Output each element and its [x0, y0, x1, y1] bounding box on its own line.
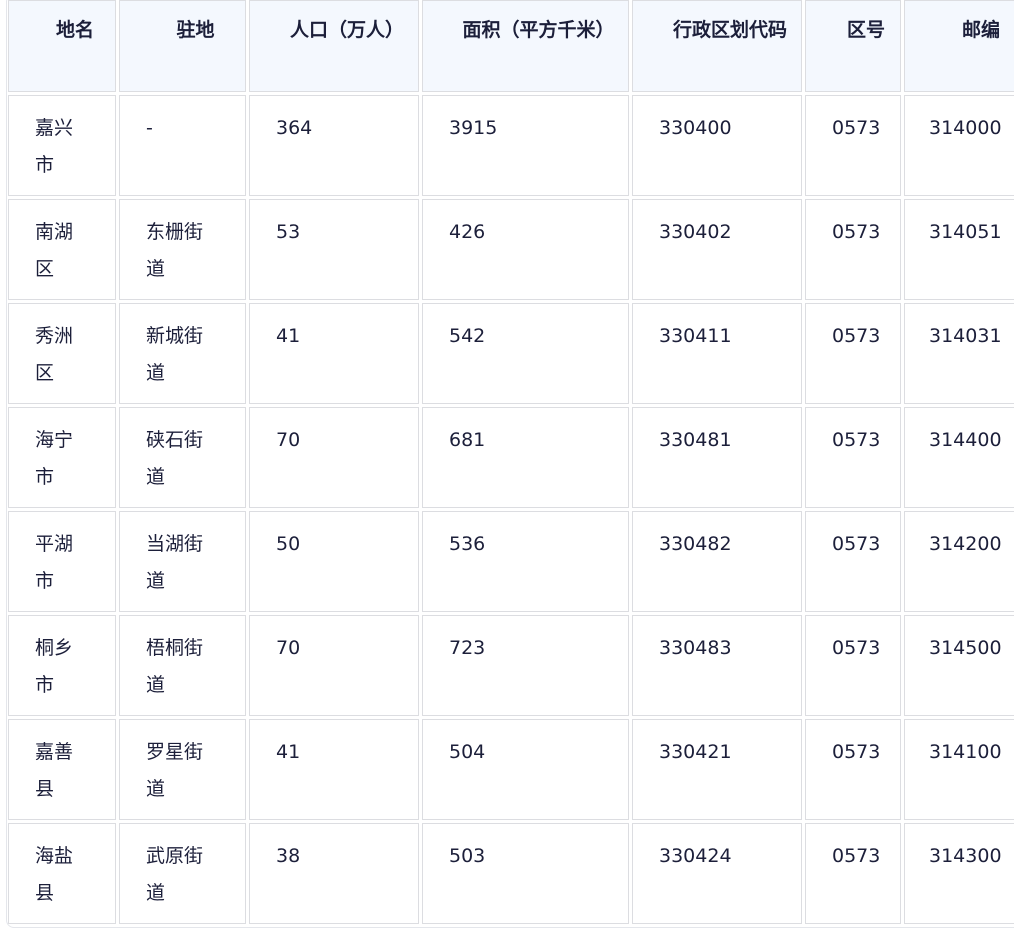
cell-seat: 当湖街道 [119, 511, 246, 612]
table-row: 秀洲区 新城街道 41 542 330411 0573 314031 [8, 303, 1014, 404]
table-row: 嘉善县 罗星街道 41 504 330421 0573 314100 [8, 719, 1014, 820]
cell-population: 70 [249, 407, 419, 508]
cell-area: 542 [422, 303, 629, 404]
cell-population: 50 [249, 511, 419, 612]
table-row: 桐乡市 梧桐街道 70 723 330483 0573 314500 [8, 615, 1014, 716]
cell-postcode: 314051 [904, 199, 1014, 300]
table-row: 海宁市 硖石街道 70 681 330481 0573 314400 [8, 407, 1014, 508]
header-seat[interactable]: 驻地 [119, 0, 246, 92]
cell-postcode: 314400 [904, 407, 1014, 508]
header-division-code[interactable]: 行政区划代码 [632, 0, 802, 92]
cell-division-code: 330411 [632, 303, 802, 404]
cell-seat: 东栅街道 [119, 199, 246, 300]
cell-seat: - [119, 95, 246, 196]
cell-area-code: 0573 [805, 719, 901, 820]
cell-population: 38 [249, 823, 419, 924]
cell-area: 504 [422, 719, 629, 820]
cell-area-code: 0573 [805, 199, 901, 300]
cell-name: 平湖市 [8, 511, 116, 612]
cell-postcode: 314031 [904, 303, 1014, 404]
cell-postcode: 314300 [904, 823, 1014, 924]
cell-postcode: 314200 [904, 511, 1014, 612]
cell-population: 53 [249, 199, 419, 300]
cell-area: 3915 [422, 95, 629, 196]
header-name[interactable]: 地名 [8, 0, 116, 92]
cell-seat: 新城街道 [119, 303, 246, 404]
cell-seat: 罗星街道 [119, 719, 246, 820]
cell-area-code: 0573 [805, 407, 901, 508]
cell-division-code: 330483 [632, 615, 802, 716]
cell-division-code: 330424 [632, 823, 802, 924]
table-row: 平湖市 当湖街道 50 536 330482 0573 314200 [8, 511, 1014, 612]
cell-name: 南湖区 [8, 199, 116, 300]
cell-division-code: 330402 [632, 199, 802, 300]
cell-name: 桐乡市 [8, 615, 116, 716]
cell-area: 536 [422, 511, 629, 612]
cell-seat: 梧桐街道 [119, 615, 246, 716]
cell-name: 嘉善县 [8, 719, 116, 820]
cell-name: 海宁市 [8, 407, 116, 508]
cell-division-code: 330400 [632, 95, 802, 196]
cell-population: 70 [249, 615, 419, 716]
cell-area-code: 0573 [805, 303, 901, 404]
cell-postcode: 314100 [904, 719, 1014, 820]
cell-area-code: 0573 [805, 95, 901, 196]
cell-division-code: 330482 [632, 511, 802, 612]
table-row: 海盐县 武原街道 38 503 330424 0573 314300 [8, 823, 1014, 924]
cell-area-code: 0573 [805, 511, 901, 612]
cell-area: 503 [422, 823, 629, 924]
data-table-container: 地名 驻地 人口（万人） 面积（平方千米） 行政区划代码 区号 邮编 嘉兴市 -… [6, 0, 1014, 928]
header-area[interactable]: 面积（平方千米） [422, 0, 629, 92]
district-table: 地名 驻地 人口（万人） 面积（平方千米） 行政区划代码 区号 邮编 嘉兴市 -… [7, 0, 1014, 927]
table-row: 嘉兴市 - 364 3915 330400 0573 314000 [8, 95, 1014, 196]
cell-seat: 硖石街道 [119, 407, 246, 508]
cell-population: 41 [249, 303, 419, 404]
table-row: 南湖区 东栅街道 53 426 330402 0573 314051 [8, 199, 1014, 300]
cell-area-code: 0573 [805, 823, 901, 924]
header-row: 地名 驻地 人口（万人） 面积（平方千米） 行政区划代码 区号 邮编 [8, 0, 1014, 92]
cell-postcode: 314500 [904, 615, 1014, 716]
cell-area: 426 [422, 199, 629, 300]
cell-population: 364 [249, 95, 419, 196]
cell-area: 723 [422, 615, 629, 716]
cell-division-code: 330481 [632, 407, 802, 508]
header-population[interactable]: 人口（万人） [249, 0, 419, 92]
cell-seat: 武原街道 [119, 823, 246, 924]
cell-name: 嘉兴市 [8, 95, 116, 196]
cell-area-code: 0573 [805, 615, 901, 716]
header-postcode[interactable]: 邮编 [904, 0, 1014, 92]
header-area-code[interactable]: 区号 [805, 0, 901, 92]
cell-area: 681 [422, 407, 629, 508]
cell-name: 海盐县 [8, 823, 116, 924]
cell-population: 41 [249, 719, 419, 820]
cell-division-code: 330421 [632, 719, 802, 820]
cell-name: 秀洲区 [8, 303, 116, 404]
cell-postcode: 314000 [904, 95, 1014, 196]
